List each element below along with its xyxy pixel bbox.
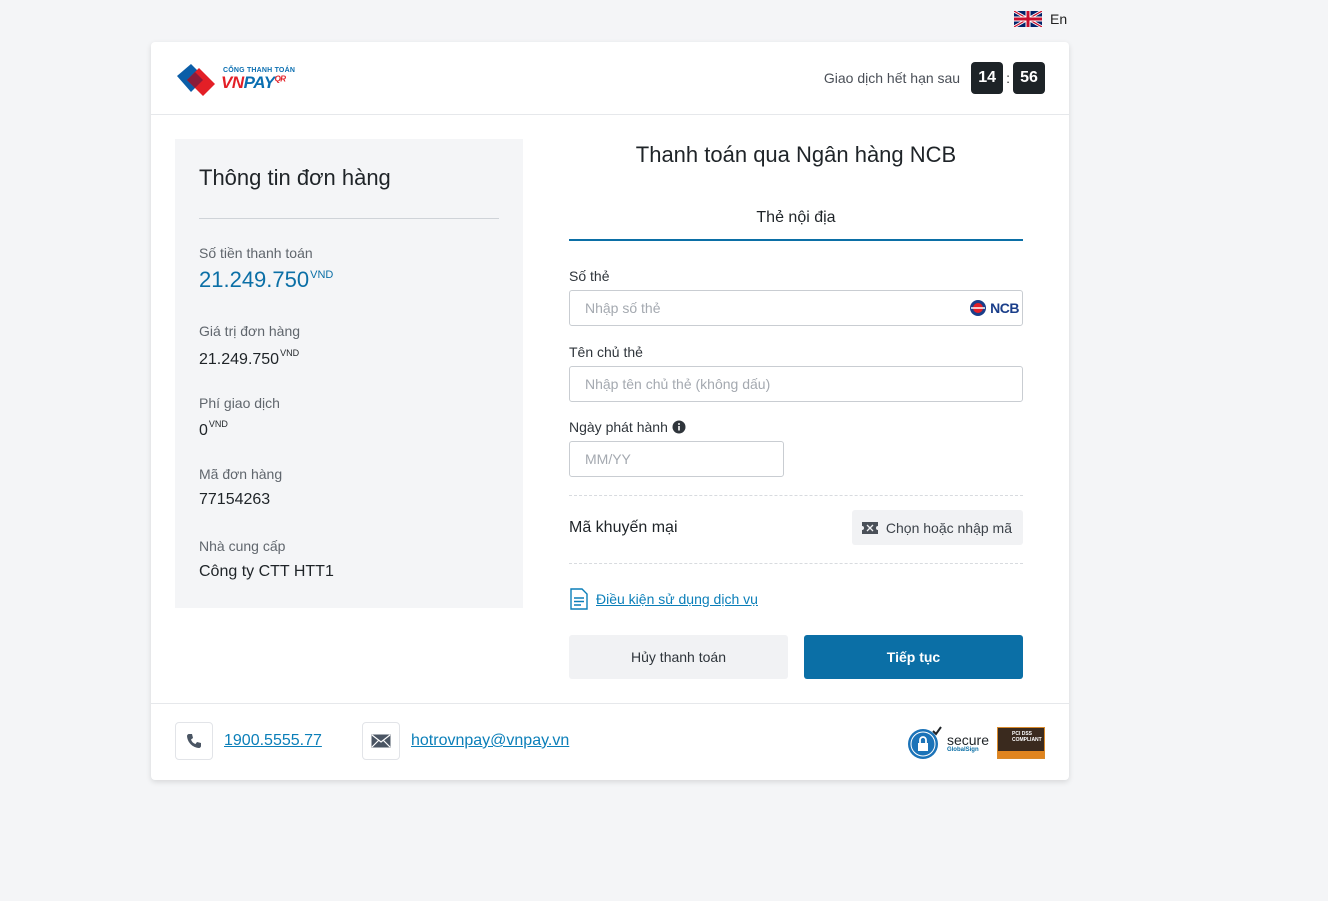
- document-icon: [570, 588, 588, 610]
- vnpay-logo-icon: [177, 64, 215, 96]
- amount-label: Số tiền thanh toán: [199, 245, 313, 261]
- footer: 1900.5555.77 hotrovnpay@vnpay.vn secure …: [151, 703, 1069, 781]
- ncb-bank-logo: NCB: [968, 299, 1019, 317]
- header: CỔNG THANH TOÁN VNPAYQR Giao dịch hết hạ…: [151, 42, 1069, 115]
- terms-row: Điều kiện sử dụng dịch vụ: [569, 588, 758, 610]
- timer-separator: :: [1006, 70, 1010, 86]
- card-number-input[interactable]: [569, 290, 1023, 326]
- globalsign-badge: secure GlobalSign: [907, 726, 989, 760]
- fee-value: 0VND: [199, 419, 228, 439]
- order-info-panel: Thông tin đơn hàng Số tiền thanh toán 21…: [175, 139, 523, 608]
- pci-dss-badge: PCI DSS COMPLIANT: [997, 727, 1045, 759]
- info-icon[interactable]: [672, 420, 686, 434]
- promo-button-label: Chọn hoặc nhập mã: [885, 519, 1012, 536]
- secure-label: secure: [946, 732, 989, 748]
- lock-icon: [907, 726, 942, 759]
- divider-bottom: [569, 563, 1023, 564]
- terms-link[interactable]: Điều kiện sử dụng dịch vụ: [596, 591, 758, 607]
- expiry-timer: Giao dịch hết hạn sau 14 : 56: [824, 62, 1045, 94]
- security-badges: secure GlobalSign PCI DSS COMPLIANT: [907, 726, 1045, 760]
- email-link[interactable]: hotrovnpay@vnpay.vn: [411, 732, 569, 750]
- cancel-payment-button[interactable]: Hủy thanh toán: [569, 635, 788, 679]
- language-switcher[interactable]: En: [1014, 11, 1067, 27]
- order-divider: [199, 218, 499, 219]
- order-id-value: 77154263: [199, 491, 271, 508]
- issue-date-input[interactable]: [569, 441, 784, 477]
- ticket-icon: [861, 521, 878, 534]
- timer-label: Giao dịch hết hạn sau: [823, 70, 961, 86]
- order-value-label: Giá trị đơn hàng: [199, 323, 301, 339]
- amount-value: 21.249.750VND: [199, 267, 334, 292]
- promo-code-button[interactable]: Chọn hoặc nhập mã: [851, 510, 1023, 545]
- email-contact: hotrovnpay@vnpay.vn: [362, 722, 569, 760]
- phone-icon: [175, 722, 213, 760]
- ncb-logo-icon: [970, 300, 987, 316]
- holder-name-input[interactable]: [569, 366, 1023, 402]
- payment-title: Thanh toán qua Ngân hàng NCB: [635, 142, 957, 167]
- divider-top: [569, 495, 1023, 496]
- tab-domestic-card[interactable]: Thẻ nội địa: [569, 203, 1023, 241]
- payment-form: Thanh toán qua Ngân hàng NCB Thẻ nội địa…: [569, 139, 1023, 679]
- phone-contact: 1900.5555.77: [175, 722, 322, 760]
- holder-label: Tên chủ thẻ: [569, 344, 643, 360]
- timer-seconds: 56: [1013, 62, 1045, 94]
- vnpay-logo: CỔNG THANH TOÁN VNPAYQR: [175, 62, 295, 96]
- phone-link[interactable]: 1900.5555.77: [224, 732, 322, 750]
- fee-label: Phí giao dịch: [199, 395, 280, 411]
- order-id-label: Mã đơn hàng: [199, 466, 283, 482]
- order-value: 21.249.750VND: [199, 348, 300, 368]
- card-number-label: Số thẻ: [569, 268, 610, 284]
- order-info-title: Thông tin đơn hàng: [199, 165, 391, 190]
- promo-label: Mã khuyến mại: [569, 519, 678, 536]
- pci-label: PCI DSS COMPLIANT: [1012, 731, 1042, 743]
- language-label: En: [1050, 11, 1068, 27]
- provider-label: Nhà cung cấp: [199, 538, 286, 554]
- mail-icon: [362, 722, 400, 760]
- continue-button[interactable]: Tiếp tục: [804, 635, 1023, 679]
- uk-flag-icon: [1014, 11, 1042, 27]
- logo-wordmark: VNPAYQR: [221, 72, 286, 92]
- timer-minutes: 14: [971, 62, 1004, 94]
- payment-card: CỔNG THANH TOÁN VNPAYQR Giao dịch hết hạ…: [151, 42, 1069, 780]
- issue-date-label: Ngày phát hành: [569, 419, 686, 435]
- provider-value: Công ty CTT HTT1: [199, 563, 334, 580]
